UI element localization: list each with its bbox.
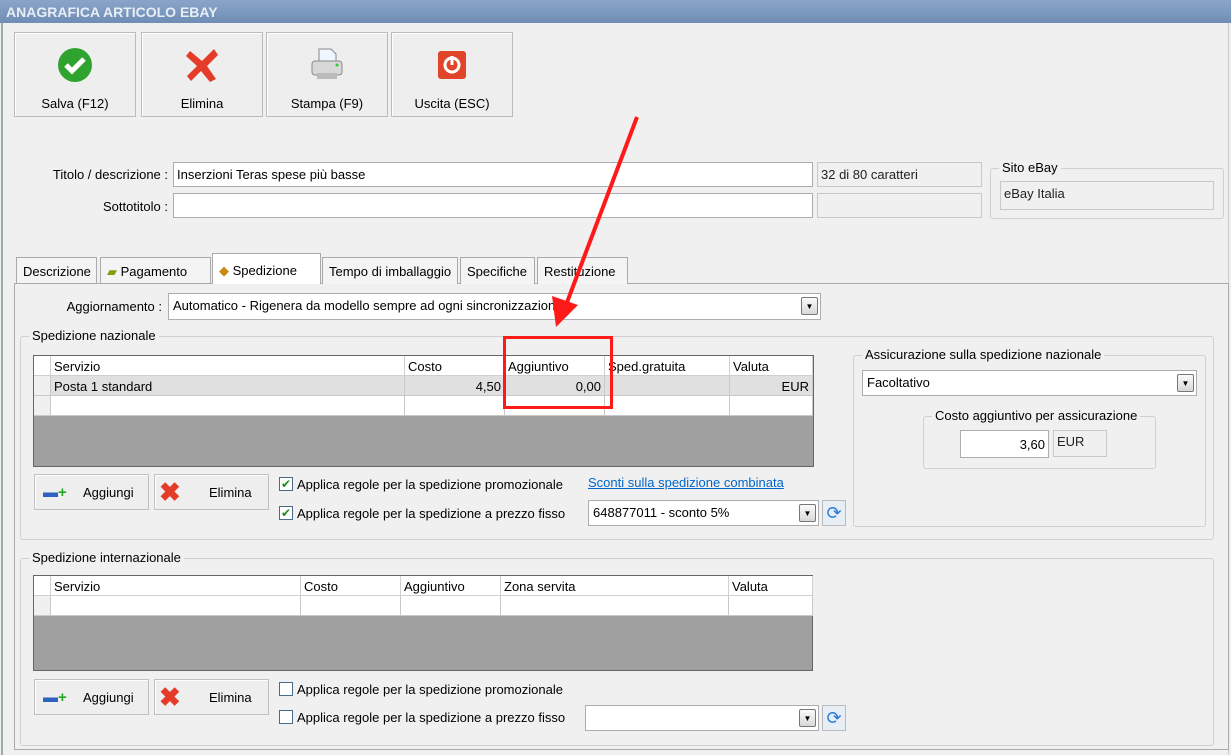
national-promo-label: Applica regole per la spedizione promozi… xyxy=(297,477,563,492)
col-valuta: Valuta xyxy=(730,356,813,376)
col-costo: Costo xyxy=(405,356,505,376)
international-promo-checkbox[interactable] xyxy=(279,682,293,696)
site-value: eBay Italia xyxy=(1000,181,1214,210)
col-sped-gratuita: Sped.gratuita xyxy=(605,356,730,376)
table-header: Servizio Costo Aggiuntivo Sped.gratuita … xyxy=(34,356,813,376)
print-label: Stampa (F9) xyxy=(290,96,364,111)
add-row-icon: ▬+ xyxy=(43,484,67,501)
update-value: Automatico - Rigenera da modello sempre … xyxy=(173,298,563,313)
subtitle-label: Sottotitolo : xyxy=(102,199,168,214)
window-title: ANAGRAFICA ARTICOLO EBAY xyxy=(0,0,1231,23)
tab-descrizione[interactable]: Descrizione xyxy=(16,257,97,284)
refresh-icon[interactable]: ⟳ xyxy=(822,705,846,731)
site-group-label: Sito eBay xyxy=(999,160,1061,175)
chevron-down-icon: ▼ xyxy=(1177,374,1194,392)
insurance-group-label: Assicurazione sulla spedizione nazionale xyxy=(862,347,1105,362)
add-row-icon: ▬+ xyxy=(43,689,67,706)
national-promo-checkbox[interactable]: ✔ xyxy=(279,477,293,491)
international-promo-label: Applica regole per la spedizione promozi… xyxy=(297,682,563,697)
save-button[interactable]: Salva (F12) xyxy=(14,32,136,117)
international-discount-select[interactable]: ▼ xyxy=(585,705,819,731)
money-icon: ▰ xyxy=(107,264,117,279)
col-servizio: Servizio xyxy=(51,576,301,596)
international-add-button[interactable]: ▬+ Aggiungi xyxy=(34,679,149,715)
chevron-down-icon: ▼ xyxy=(799,709,816,727)
subtitle-input[interactable] xyxy=(173,193,813,218)
power-icon xyxy=(438,51,466,79)
annotation-highlight-box xyxy=(503,336,613,409)
tab-label: Pagamento xyxy=(120,264,188,279)
red-x-icon xyxy=(186,49,218,82)
delete-button[interactable]: Elimina xyxy=(141,32,263,117)
insurance-cost-label: Costo aggiuntivo per assicurazione xyxy=(932,408,1141,423)
table-row-new[interactable] xyxy=(34,596,813,616)
save-label: Salva (F12) xyxy=(41,96,109,111)
tab-spedizione[interactable]: ◆ Spedizione xyxy=(212,253,321,284)
char-count: 32 di 80 caratteri xyxy=(817,162,982,187)
title-label: Titolo / descrizione : xyxy=(52,167,168,182)
refresh-icon[interactable]: ⟳ xyxy=(822,500,846,526)
national-fixed-checkbox[interactable]: ✔ xyxy=(279,506,293,520)
international-fixed-label: Applica regole per la spedizione a prezz… xyxy=(297,710,566,725)
international-fixed-checkbox[interactable] xyxy=(279,710,293,724)
tab-pagamento[interactable]: ▰ Pagamento xyxy=(100,257,211,284)
international-shipping-table[interactable]: Servizio Costo Aggiuntivo Zona servita V… xyxy=(33,575,813,671)
national-shipping-table[interactable]: Servizio Costo Aggiuntivo Sped.gratuita … xyxy=(33,355,814,467)
combined-shipping-link[interactable]: Sconti sulla spedizione combinata xyxy=(588,475,784,490)
col-zona-servita: Zona servita xyxy=(501,576,729,596)
delete-label: Elimina xyxy=(180,96,224,111)
international-group-label: Spedizione internazionale xyxy=(29,550,184,565)
tab-restituzione[interactable]: Restituzione xyxy=(537,257,628,284)
international-delete-button[interactable]: ✖ Elimina xyxy=(154,679,269,715)
col-valuta: Valuta xyxy=(729,576,813,596)
table-header: Servizio Costo Aggiuntivo Zona servita V… xyxy=(34,576,813,596)
col-costo: Costo xyxy=(301,576,401,596)
national-delete-button[interactable]: ✖ Elimina xyxy=(154,474,269,510)
insurance-cost-input[interactable]: 3,60 xyxy=(960,430,1049,458)
subtitle-count xyxy=(817,193,982,218)
chevron-down-icon: ▼ xyxy=(799,504,816,522)
print-button[interactable]: Stampa (F9) xyxy=(266,32,388,117)
table-row[interactable]: Posta 1 standard 4,50 0,00 EUR xyxy=(34,376,813,396)
red-x-icon: ✖ xyxy=(159,477,181,507)
red-x-icon: ✖ xyxy=(159,682,181,712)
tab-label: Spedizione xyxy=(232,263,297,278)
update-select[interactable]: Automatico - Rigenera da modello sempre … xyxy=(168,293,821,320)
insurance-currency: EUR xyxy=(1053,430,1107,457)
package-icon: ◆ xyxy=(219,263,229,278)
tab-specifiche[interactable]: Specifiche xyxy=(460,257,535,284)
insurance-select[interactable]: Facoltativo ▼ xyxy=(862,370,1197,396)
site-group: Sito eBay eBay Italia xyxy=(990,160,1224,219)
table-row-new[interactable] xyxy=(34,396,813,416)
col-servizio: Servizio xyxy=(51,356,405,376)
title-input[interactable]: Inserzioni Teras spese più basse xyxy=(173,162,813,187)
exit-label: Uscita (ESC) xyxy=(414,96,490,111)
national-group-label: Spedizione nazionale xyxy=(29,328,159,343)
national-add-button[interactable]: ▬+ Aggiungi xyxy=(34,474,149,510)
chevron-down-icon: ▼ xyxy=(801,297,818,315)
national-fixed-label: Applica regole per la spedizione a prezz… xyxy=(297,506,566,521)
tab-tempo-imballaggio[interactable]: Tempo di imballaggio xyxy=(322,257,458,284)
exit-button[interactable]: Uscita (ESC) xyxy=(391,32,513,117)
checkmark-icon xyxy=(58,48,92,82)
col-aggiuntivo: Aggiuntivo xyxy=(401,576,501,596)
update-label: Aggiornamento : xyxy=(66,299,162,314)
printer-icon xyxy=(311,48,343,79)
national-discount-select[interactable]: 648877011 - sconto 5% ▼ xyxy=(588,500,819,526)
